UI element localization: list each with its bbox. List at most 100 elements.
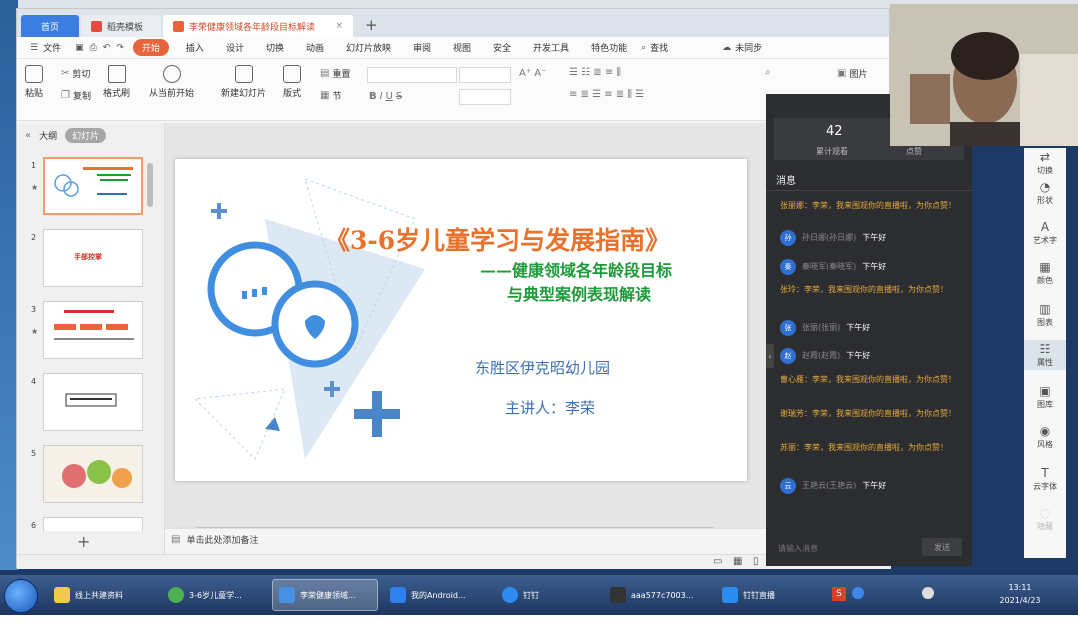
rail-art-text[interactable]: A 艺术字 <box>1024 220 1066 246</box>
font-name-select[interactable] <box>367 67 457 83</box>
slide-thumbnail-2[interactable]: 手部控掌 <box>43 229 143 287</box>
menu-design[interactable]: 设计 <box>215 41 255 54</box>
paragraph-tools[interactable]: ☰ ☷ ≣ ≡ ⫼ <box>569 67 621 78</box>
taskbar-item[interactable]: 线上共建资料 <box>48 579 158 611</box>
align-tools[interactable]: ≡ ≣ ☰ ≡ ≣ ⫼ ☰ <box>569 89 644 100</box>
taskbar-item[interactable]: 3-6岁儿童学... <box>162 579 266 611</box>
font-size-select[interactable] <box>459 67 511 83</box>
undo-icon[interactable]: ↶ <box>100 43 114 53</box>
slide-thumbnail-3[interactable] <box>43 301 143 359</box>
align-icon[interactable]: ≡ ≣ ☰ ≡ ≣ ⫼ ☰ <box>569 89 644 100</box>
picture-button[interactable]: ▣ 图片 <box>837 67 867 80</box>
taskbar-item[interactable]: 钉钉 <box>496 579 596 611</box>
add-slide-button[interactable]: + <box>77 532 90 551</box>
reset-button[interactable]: ▤ 重置 <box>320 67 350 80</box>
slide-thumbnail-1[interactable] <box>43 157 143 215</box>
send-button[interactable]: 发送 <box>922 538 962 556</box>
menu-developer[interactable]: 开发工具 <box>522 41 580 54</box>
slide-thumbnail-5[interactable] <box>43 445 143 503</box>
font-grow-shrink[interactable]: A⁺ A⁻ <box>519 68 546 79</box>
hamburger-menu-icon[interactable]: ☰ <box>27 43 41 53</box>
rail-transition[interactable]: ⇄ 切换 <box>1024 150 1066 176</box>
menu-slideshow[interactable]: 幻灯片放映 <box>335 41 402 54</box>
section-button[interactable]: ▦ 节 <box>320 89 341 102</box>
rail-color[interactable]: ▦ 颜色 <box>1024 260 1066 286</box>
collapse-panel-icon[interactable]: « <box>25 130 31 141</box>
menu-insert[interactable]: 插入 <box>175 41 215 54</box>
play-from-current-label: 从当前开始 <box>149 89 195 99</box>
tray-input-icon[interactable]: S <box>832 587 846 601</box>
new-tab-button[interactable]: + <box>355 15 388 37</box>
system-clock[interactable]: 13:11 2021/4/23 <box>990 581 1050 607</box>
font-size-input-2[interactable] <box>459 89 511 105</box>
tab-slides[interactable]: 幻灯片 <box>65 127 107 143</box>
menu-transition[interactable]: 切换 <box>255 41 295 54</box>
font-style-row[interactable]: B I U S <box>369 91 402 102</box>
current-slide[interactable]: 《3-6岁儿童学习与发展指南》 ——健康领域各年龄段目标 与典型案例表现解读 东… <box>175 159 747 481</box>
rail-chart[interactable]: ▥ 图表 <box>1024 302 1066 328</box>
slide-speaker[interactable]: 主讲人：李荣 <box>505 397 595 418</box>
slide-subtitle-line1[interactable]: ——健康领域各年龄段目标 <box>480 257 672 281</box>
redo-icon[interactable]: ↷ <box>113 43 127 53</box>
underline-icon[interactable]: U <box>386 91 393 102</box>
tray-network-icon[interactable] <box>922 587 934 599</box>
taskbar-item[interactable]: 我的Android... <box>384 579 492 611</box>
strikethrough-icon[interactable]: S <box>396 91 402 102</box>
slide-thumbnail-4[interactable] <box>43 373 143 431</box>
thumbnail-row: 2 手部控掌 <box>17 229 157 291</box>
rail-hide[interactable]: ◌ 隐藏 <box>1024 506 1066 532</box>
new-slide-button[interactable]: 新建幻灯片 <box>221 65 266 99</box>
notes-bar[interactable]: ▤ 单击此处添加备注 <box>165 528 769 550</box>
live-broadcast-icon <box>722 587 738 603</box>
start-button[interactable] <box>4 579 38 613</box>
format-painter-button[interactable]: 格式刷 <box>103 65 130 99</box>
sync-status[interactable]: 未同步 <box>734 41 773 54</box>
layout-button[interactable]: 版式 <box>283 65 301 99</box>
normal-view-icon[interactable]: ▭ <box>713 556 722 567</box>
tab-document-label: 李荣健康领域各年龄段目标解读 <box>189 22 316 33</box>
menu-animation[interactable]: 动画 <box>295 41 335 54</box>
tab-current-document[interactable]: 李荣健康领域各年龄段目标解读 × <box>163 15 353 37</box>
cut-button[interactable]: ✂ 剪切 <box>61 67 90 80</box>
bullets-icon[interactable]: ☰ ☷ ≣ ≡ ⫼ <box>569 67 621 78</box>
tab-outline[interactable]: 大纲 <box>39 129 57 142</box>
cloud-sync-icon[interactable]: ☁ <box>719 43 734 53</box>
notes-icon: ▤ <box>171 534 181 545</box>
search-icon[interactable]: ⌕ <box>638 43 649 53</box>
menu-search[interactable]: 查找 <box>649 41 679 54</box>
taskbar-item[interactable]: 钉钉直播 <box>716 579 812 611</box>
slide-organization[interactable]: 东胜区伊克昭幼儿园 <box>475 357 610 378</box>
copy-button[interactable]: ❐ 复制 <box>61 89 91 102</box>
slide-sorter-icon[interactable]: ▦ <box>733 556 742 567</box>
collapse-panel-handle[interactable]: ‹ <box>766 344 774 368</box>
taskbar-item[interactable]: aaa577c7003... <box>604 579 712 611</box>
slide-subtitle-line2[interactable]: 与典型案例表现解读 <box>507 281 651 305</box>
taskbar-item-active[interactable]: 李荣健康领域... <box>272 579 378 611</box>
play-from-current-button[interactable]: 从当前开始 <box>149 65 194 99</box>
save-icon[interactable]: ▣ <box>72 43 87 53</box>
menu-start[interactable]: 开始 <box>132 39 169 56</box>
tab-home[interactable]: 首页 <box>21 15 79 37</box>
slide-thumbnail-6[interactable] <box>43 517 143 531</box>
slide-title[interactable]: 《3-6岁儿童学习与发展指南》 <box>325 221 670 257</box>
menu-review[interactable]: 审阅 <box>402 41 442 54</box>
menu-security[interactable]: 安全 <box>482 41 522 54</box>
rail-cloud-font[interactable]: T 云字体 <box>1024 466 1066 492</box>
paste-button[interactable]: 粘贴 <box>25 65 43 99</box>
rail-shape[interactable]: ◔ 形状 <box>1024 180 1066 206</box>
menu-file[interactable]: 文件 <box>41 41 72 54</box>
print-icon[interactable]: ⎙ <box>87 43 100 53</box>
tray-help-icon[interactable] <box>852 587 864 599</box>
menu-features[interactable]: 特色功能 <box>580 41 638 54</box>
new-slide-label: 新建幻灯片 <box>221 89 267 99</box>
rail-gallery[interactable]: ▣ 图库 <box>1024 384 1066 410</box>
rail-style[interactable]: ◉ 风格 <box>1024 424 1066 450</box>
reading-view-icon[interactable]: ▯ <box>753 556 759 567</box>
rail-property[interactable]: ☷ 属性 <box>1024 340 1066 370</box>
italic-icon[interactable]: I <box>380 91 383 102</box>
bold-icon[interactable]: B <box>369 91 377 102</box>
menu-view[interactable]: 视图 <box>442 41 482 54</box>
tab-docer-templates[interactable]: 稻壳模板 <box>81 15 161 37</box>
find-button[interactable]: ⌕ <box>765 67 771 78</box>
close-tab-icon[interactable]: × <box>335 21 343 31</box>
